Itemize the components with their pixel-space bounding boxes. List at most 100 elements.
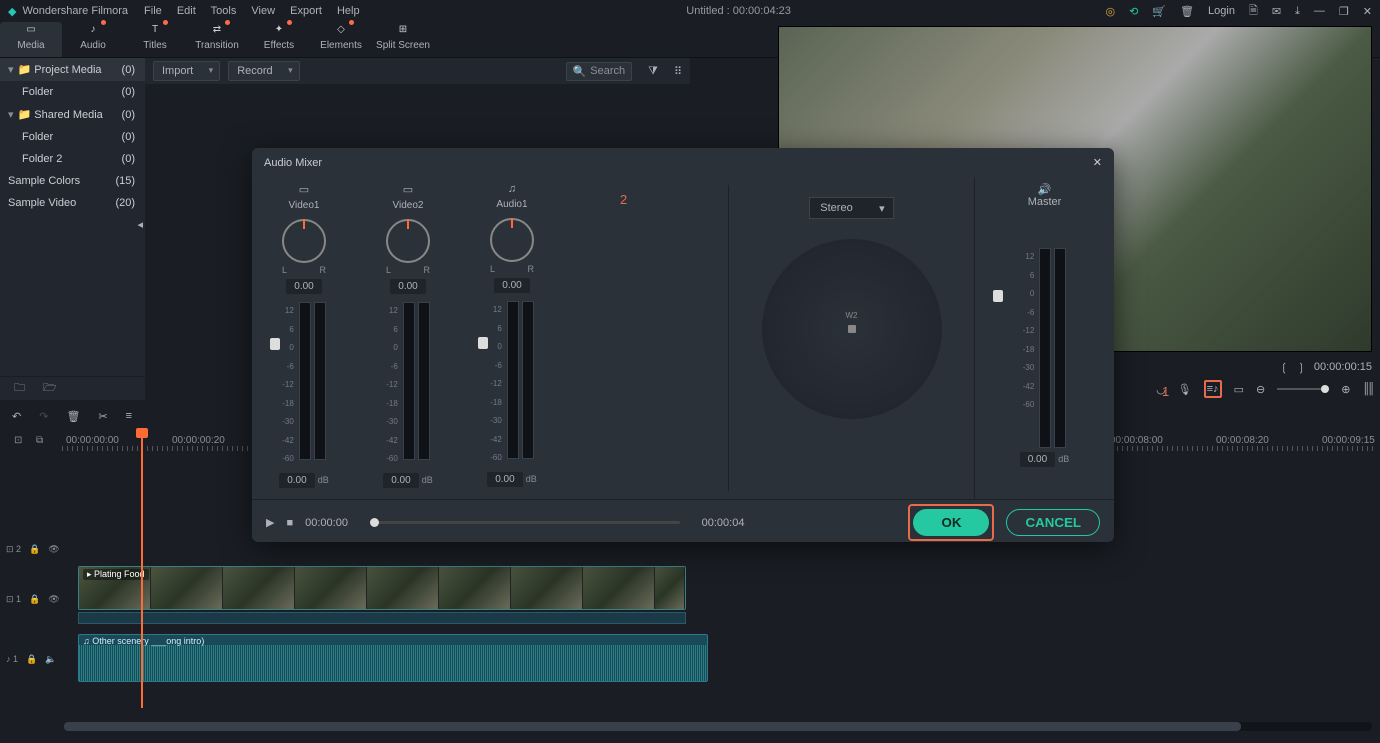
master-fader[interactable] xyxy=(993,290,1003,302)
tab-effects[interactable]: ✦Effects xyxy=(248,22,310,57)
gain-value[interactable]: 0.00 xyxy=(279,473,314,488)
annotation-1: 1 xyxy=(1162,384,1169,399)
lock-icon[interactable]: 🔒 xyxy=(29,594,40,605)
fit-icon[interactable]: ║║ xyxy=(1362,383,1372,395)
mute-icon[interactable]: 🔈 xyxy=(45,654,56,665)
menu-tools[interactable]: Tools xyxy=(211,5,237,17)
mark-out-icon[interactable]: ❳ xyxy=(1297,361,1306,374)
menu-edit[interactable]: Edit xyxy=(177,5,196,17)
sidebar-folder-3[interactable]: Folder 2(0) xyxy=(0,148,145,170)
ok-highlight: OK xyxy=(908,504,994,541)
menu-help[interactable]: Help xyxy=(337,5,360,17)
dialog-close-icon[interactable]: ✕ xyxy=(1093,156,1102,169)
collapse-sidebar-icon[interactable]: ◂ xyxy=(137,219,143,231)
import-dropdown[interactable]: Import xyxy=(153,61,220,81)
main-menus: File Edit Tools View Export Help xyxy=(144,5,372,17)
pan-knob[interactable] xyxy=(386,219,430,263)
minimize-icon[interactable]: — xyxy=(1314,5,1325,17)
gift-icon[interactable]: 🗑 xyxy=(1180,5,1194,18)
delete-icon[interactable]: 🗑 xyxy=(66,410,80,423)
redo-icon[interactable]: ↷ xyxy=(39,410,48,423)
pan-knob[interactable] xyxy=(490,218,534,262)
menu-export[interactable]: Export xyxy=(290,5,322,17)
menu-file[interactable]: File xyxy=(144,5,162,17)
settings-icon[interactable]: ≡ xyxy=(126,410,132,422)
track-video-1[interactable]: ⊡ 1🔒👁 ▸ Plating Food xyxy=(0,566,1380,632)
tab-media[interactable]: ▭Media xyxy=(0,22,62,57)
dialog-title: Audio Mixer xyxy=(264,157,322,169)
gain-value[interactable]: 0.00 xyxy=(487,472,522,487)
tab-split[interactable]: ⊞Split Screen xyxy=(372,22,434,57)
playhead[interactable] xyxy=(141,428,143,708)
search-input[interactable]: 🔍Search xyxy=(566,62,633,81)
ruler-link-icon[interactable]: ⧉ xyxy=(36,435,43,446)
pan-value[interactable]: 0.00 xyxy=(390,279,425,294)
cart-icon[interactable]: 🛒 xyxy=(1152,5,1166,18)
sidebar-shared-media[interactable]: ▾📁 Shared Media(0) xyxy=(0,103,145,126)
audio-mixer-button[interactable]: ≡♪ xyxy=(1204,380,1222,398)
sidebar-project-media[interactable]: ▾📁 Project Media(0) xyxy=(0,58,145,81)
mark-in-icon[interactable]: ❲ xyxy=(1279,361,1288,374)
split-icon[interactable]: ✂ xyxy=(98,410,107,423)
zoom-slider[interactable] xyxy=(1277,388,1329,390)
menu-view[interactable]: View xyxy=(251,5,275,17)
tab-titles[interactable]: TTitles xyxy=(124,22,186,57)
video-clip[interactable]: ▸ Plating Food xyxy=(78,566,686,610)
gain-value[interactable]: 0.00 xyxy=(383,473,418,488)
close-icon[interactable]: ✕ xyxy=(1363,5,1372,18)
stereo-dropdown[interactable]: Stereo xyxy=(809,197,893,219)
new-folder-icon[interactable]: 🗀 xyxy=(14,379,25,398)
download-icon[interactable]: ⤓ xyxy=(1295,5,1300,18)
eye-icon[interactable]: 👁 xyxy=(48,544,59,555)
save-icon[interactable]: 🗎 xyxy=(1249,2,1258,21)
sidebar-folder-2[interactable]: Folder(0) xyxy=(0,126,145,148)
mail-icon[interactable]: ✉ xyxy=(1272,5,1281,18)
sidebar-folder[interactable]: Folder(0) xyxy=(0,81,145,103)
bulb-icon[interactable]: ◎ xyxy=(1106,5,1116,18)
grid-view-icon[interactable]: ⠿ xyxy=(674,65,682,78)
track-audio-1[interactable]: ♪ 1🔒🔈 ♫ Other scenery ___ong intro) xyxy=(0,634,1380,684)
undo-icon[interactable]: ↶ xyxy=(12,410,21,423)
surround-pad[interactable]: W2 xyxy=(762,239,942,419)
tab-transition[interactable]: ⇄Transition xyxy=(186,22,248,57)
ruler-tc-4: 00:00:09:15 xyxy=(1322,435,1375,446)
cancel-button[interactable]: CANCEL xyxy=(1006,509,1100,536)
maximize-icon[interactable]: ❐ xyxy=(1339,5,1349,18)
brand: Wondershare Filmora xyxy=(22,5,128,17)
lock-icon[interactable]: 🔒 xyxy=(26,654,37,665)
channel-video2: ▭ Video2 LR 0.00 1260-6-12-18-30-42-60 0… xyxy=(356,177,460,499)
play-icon[interactable]: ▶ xyxy=(266,516,274,529)
master-gain[interactable]: 0.00 xyxy=(1020,452,1055,467)
pan-value[interactable]: 0.00 xyxy=(494,278,529,293)
stop-icon[interactable]: ■ xyxy=(286,517,293,529)
sidebar-sample-video[interactable]: Sample Video(20) xyxy=(0,192,145,214)
zoom-out-icon[interactable]: ⊖ xyxy=(1256,383,1265,396)
render-icon[interactable]: ▭ xyxy=(1234,383,1244,396)
media-toolbar: Import Record 🔍Search ⧩ ⠿ xyxy=(145,58,690,84)
record-dropdown[interactable]: Record xyxy=(228,61,299,81)
tab-audio[interactable]: ♪Audio xyxy=(62,22,124,57)
eye-icon[interactable]: 👁 xyxy=(48,594,59,605)
login-link[interactable]: Login xyxy=(1208,5,1235,17)
fader[interactable] xyxy=(270,338,280,350)
new-bin-icon[interactable]: 🗁 xyxy=(43,379,57,398)
sidebar-sample-colors[interactable]: Sample Colors(15) xyxy=(0,170,145,192)
tab-elements[interactable]: ◇Elements xyxy=(310,22,372,57)
filter-icon[interactable]: ⧩ xyxy=(648,65,658,78)
fader[interactable] xyxy=(478,337,488,349)
lock-icon[interactable]: 🔒 xyxy=(29,544,40,555)
surround-handle[interactable] xyxy=(848,325,856,333)
video-audio-strip[interactable] xyxy=(78,612,686,624)
mixer-time-start: 00:00:00 xyxy=(305,517,348,529)
timeline-scrollbar[interactable] xyxy=(64,722,1372,731)
pan-value[interactable]: 0.00 xyxy=(286,279,321,294)
ruler-crop-icon[interactable]: ⊡ xyxy=(14,435,22,446)
pan-knob[interactable] xyxy=(282,219,326,263)
ok-button[interactable]: OK xyxy=(913,509,989,536)
headphones-icon[interactable]: ⟲ xyxy=(1129,5,1138,18)
zoom-in-icon[interactable]: ⊕ xyxy=(1341,383,1350,396)
mixer-progress[interactable] xyxy=(370,521,680,524)
voiceover-icon[interactable]: 🎙 xyxy=(1178,383,1192,396)
audio-clip[interactable]: ♫ Other scenery ___ong intro) xyxy=(78,634,708,682)
music-icon: ♫ xyxy=(460,183,564,195)
